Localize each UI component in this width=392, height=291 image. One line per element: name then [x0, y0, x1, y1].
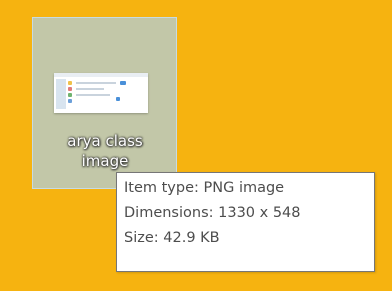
file-name-line-2: image [81, 152, 129, 170]
image-thumbnail-icon[interactable] [54, 73, 148, 113]
tooltip-size: Size: 42.9 KB [124, 230, 220, 246]
desktop-background[interactable]: arya class image Item type: PNG image Di… [0, 0, 392, 291]
tooltip-item-type: Item type: PNG image [124, 180, 285, 196]
file-info-tooltip: Item type: PNG image Dimensions: 1330 x … [116, 172, 375, 272]
file-name-line-1: arya class [67, 132, 143, 150]
file-icon-label[interactable]: arya class image [40, 131, 170, 171]
tooltip-dimensions: Dimensions: 1330 x 548 [124, 205, 301, 221]
